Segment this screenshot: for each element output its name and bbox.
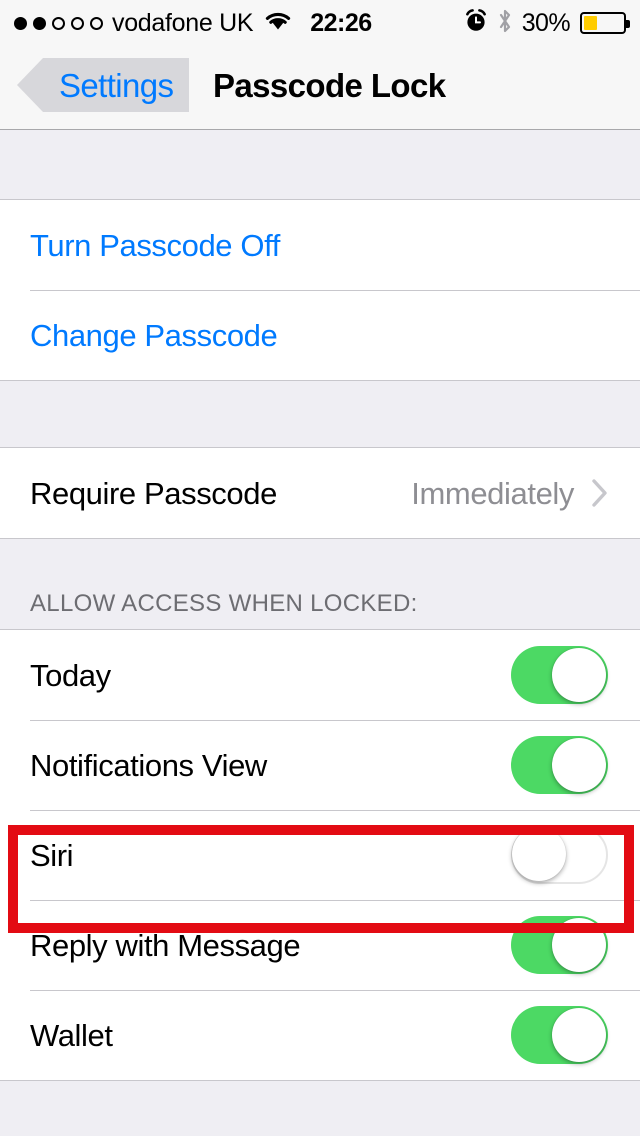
row-reply-with-message-label: Reply with Message [30,927,301,963]
back-button-settings[interactable]: Settings [17,58,190,112]
status-bar-center: 22:26 [293,8,464,37]
battery-percent-label: 30% [521,8,571,37]
status-bar-left: vodafone UK [14,9,293,38]
clock-label: 22:26 [310,8,372,37]
carrier-label: vodafone UK [112,8,254,37]
top-spacer [0,131,640,200]
passcode-actions-group: Turn Passcode Off Change Passcode [0,200,640,380]
section-header-label: ALLOW ACCESS WHEN LOCKED: [30,590,418,617]
cellular-signal-icon [14,16,103,30]
iphone-screen: vodafone UK 22:26 30% Settings Passcode … [0,0,640,1136]
navigation-bar: Settings Passcode Lock [0,46,640,130]
status-bar-right: 30% [464,8,630,39]
signal-dot [33,16,46,30]
row-require-passcode[interactable]: Require Passcode Immediately [0,448,640,538]
toggle-siri[interactable] [511,826,608,884]
require-passcode-group: Require Passcode Immediately [0,448,640,538]
signal-dot [52,16,65,30]
row-change-passcode-label: Change Passcode [30,317,278,353]
row-today[interactable]: Today [0,630,640,720]
row-notifications-view-label: Notifications View [30,747,267,783]
row-wallet[interactable]: Wallet [0,990,640,1080]
row-siri[interactable]: Siri [0,810,640,900]
toggle-knob [552,1008,606,1062]
signal-dot [71,16,84,30]
bluetooth-icon [497,8,513,39]
toggle-knob [552,918,606,972]
status-bar: vodafone UK 22:26 30% [0,0,640,46]
alarm-clock-icon [464,8,488,38]
row-reply-with-message[interactable]: Reply with Message [0,900,640,990]
toggle-today[interactable] [511,646,608,704]
toggle-knob [552,738,606,792]
section-spacer-1 [0,380,640,448]
row-notifications-view[interactable]: Notifications View [0,720,640,810]
row-turn-passcode-off-label: Turn Passcode Off [30,227,280,263]
chevron-right-icon [592,479,608,507]
allow-access-group: Today Notifications View Siri Reply with… [0,630,640,1080]
toggle-reply-with-message[interactable] [511,916,608,974]
row-turn-passcode-off[interactable]: Turn Passcode Off [0,200,640,290]
signal-dot [90,16,103,30]
toggle-knob [552,648,606,702]
back-button-label: Settings [59,66,174,104]
wifi-icon [263,9,293,38]
toggle-wallet[interactable] [511,1006,608,1064]
row-wallet-label: Wallet [30,1017,113,1053]
settings-list: Turn Passcode Off Change Passcode Requir… [0,131,640,1136]
row-today-label: Today [30,657,111,693]
battery-icon [580,12,630,34]
row-change-passcode[interactable]: Change Passcode [0,290,640,380]
bottom-spacer [0,1080,640,1120]
battery-fill [584,16,597,30]
page-title: Passcode Lock [213,66,446,104]
section-header-allow-access: ALLOW ACCESS WHEN LOCKED: [0,538,640,630]
toggle-notifications-view[interactable] [511,736,608,794]
row-siri-label: Siri [30,837,74,873]
signal-dot [14,16,27,30]
toggle-knob [512,827,566,881]
row-require-passcode-value: Immediately [411,475,574,511]
row-require-passcode-label: Require Passcode [30,475,277,511]
